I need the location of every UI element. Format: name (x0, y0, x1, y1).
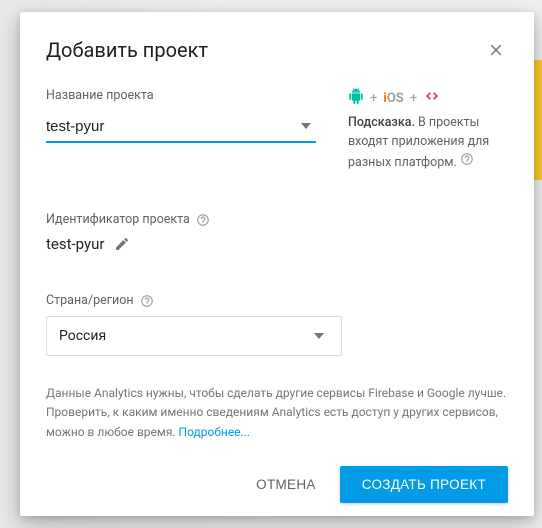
cancel-button[interactable]: ОТМЕНА (240, 467, 332, 502)
close-icon (487, 41, 505, 59)
project-name-field[interactable] (46, 111, 316, 143)
plus-separator-1: + (370, 91, 377, 106)
learn-more-link[interactable]: Подробнее... (179, 425, 250, 439)
project-name-input[interactable] (46, 114, 296, 139)
dialog-title: Добавить проект (46, 38, 208, 62)
help-icon[interactable] (460, 152, 474, 166)
android-icon (348, 88, 364, 108)
pencil-icon (114, 236, 130, 252)
web-icon (423, 89, 441, 107)
analytics-text: Данные Analytics нужны, чтобы сделать др… (46, 386, 506, 438)
chevron-down-icon (309, 333, 329, 339)
region-value: Россия (59, 328, 309, 344)
ios-icon: iOS (383, 91, 403, 106)
create-project-button[interactable]: СОЗДАТЬ ПРОЕКТ (340, 466, 508, 503)
platform-icons-row: + iOS + (348, 88, 508, 108)
close-button[interactable] (484, 38, 508, 62)
project-id-label-row: Идентификатор проекта (46, 212, 508, 227)
dialog-actions: ОТМЕНА СОЗДАТЬ ПРОЕКТ (46, 466, 508, 503)
hint-text: Подсказка. В проекты входят приложения д… (348, 114, 508, 172)
plus-separator-2: + (410, 91, 417, 106)
project-id-value: test-pyur (46, 235, 104, 253)
region-select[interactable]: Россия (46, 316, 342, 356)
help-icon[interactable] (140, 294, 154, 308)
hint-bold: Подсказка. (348, 115, 415, 130)
project-id-label: Идентификатор проекта (46, 212, 190, 227)
help-icon[interactable] (196, 213, 210, 227)
project-name-label: Название проекта (46, 88, 316, 103)
region-label-row: Страна/регион (46, 293, 508, 308)
analytics-disclaimer: Данные Analytics нужны, чтобы сделать др… (46, 384, 508, 442)
dialog-header: Добавить проект (46, 38, 508, 62)
chevron-down-icon[interactable] (296, 123, 316, 129)
add-project-dialog: Добавить проект Название проекта + iOS + (20, 12, 534, 516)
edit-button[interactable] (114, 236, 130, 252)
region-label: Страна/регион (46, 293, 134, 308)
